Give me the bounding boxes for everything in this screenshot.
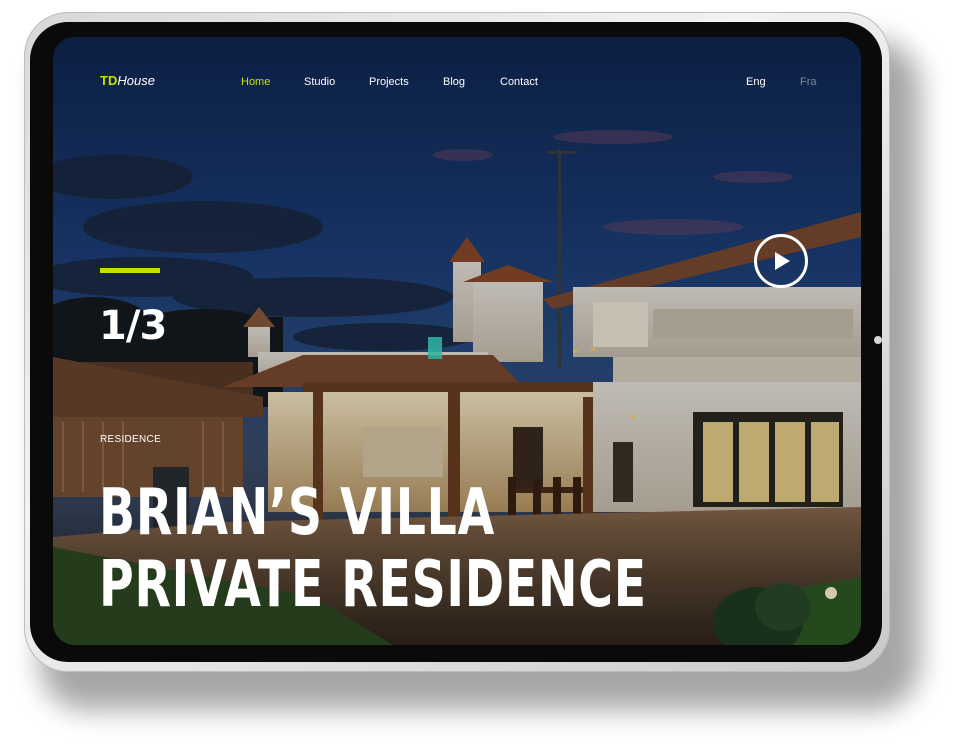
nav-item-projects[interactable]: Projects [369, 76, 409, 88]
slide-counter: 1/3 [99, 303, 167, 349]
nav-item-studio[interactable]: Studio [304, 76, 335, 88]
camera-dot [874, 336, 882, 344]
accent-bar [100, 268, 160, 273]
device-mockup: TDHouse Home Studio Projects Blog Contac… [0, 0, 966, 750]
language-eng[interactable]: Eng [746, 76, 766, 88]
nav-item-home[interactable]: Home [241, 76, 270, 88]
top-navigation: TDHouse Home Studio Projects Blog Contac… [53, 37, 861, 107]
hero-title-line-1: BRIAN’S VILLA [99, 476, 495, 550]
logo[interactable]: TDHouse [100, 73, 155, 88]
tablet-screen: TDHouse Home Studio Projects Blog Contac… [53, 37, 861, 645]
hero-title: BRIAN’S VILLA PRIVATE RESIDENCE [99, 477, 647, 621]
nav-item-contact[interactable]: Contact [500, 76, 538, 88]
logo-prefix: TD [100, 73, 118, 88]
language-fra[interactable]: Fra [800, 76, 817, 88]
nav-item-blog[interactable]: Blog [443, 76, 465, 88]
hero-title-line-2: PRIVATE RESIDENCE [99, 548, 647, 622]
play-icon [775, 252, 790, 270]
play-video-button[interactable] [754, 234, 808, 288]
project-category: RESIDENCE [100, 434, 162, 445]
logo-suffix: House [117, 73, 155, 88]
